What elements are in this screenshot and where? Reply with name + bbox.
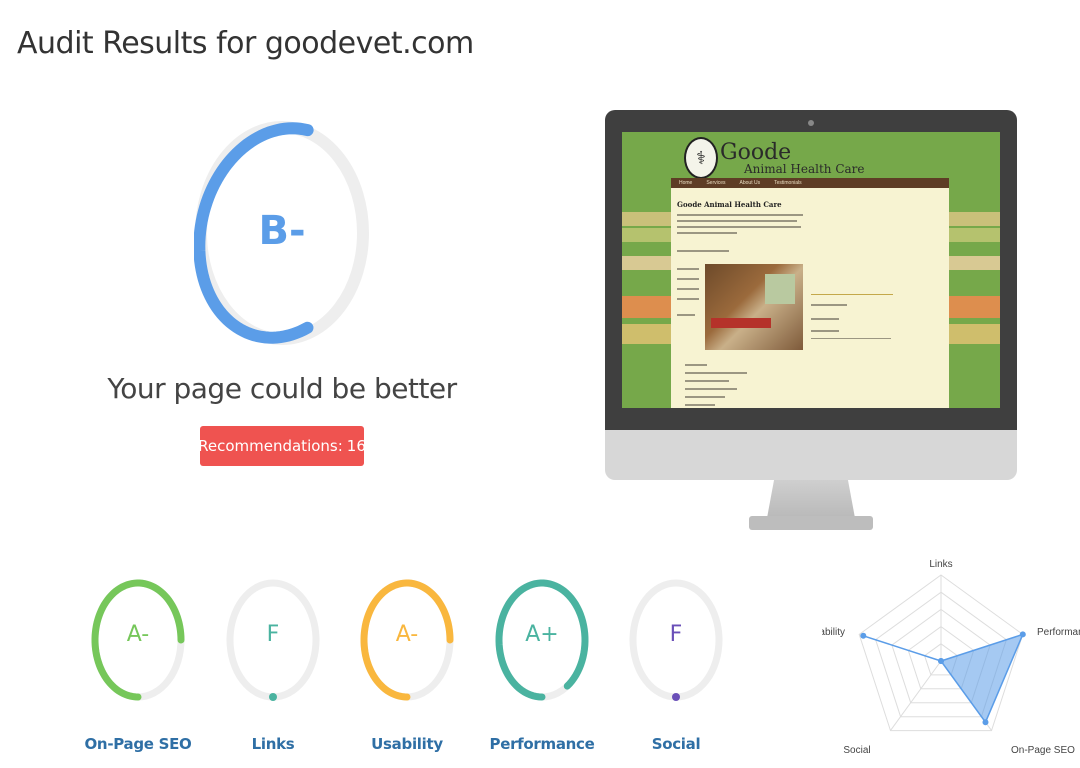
site-heading: Goode Animal Health Care [677,200,782,209]
category-label[interactable]: Usability [337,735,477,753]
radar-point [982,719,989,726]
category-label[interactable]: Performance [472,735,612,753]
recommendations-count: 16 [346,437,366,455]
radar-axis-label: Social [843,745,870,756]
site-nav-item: Home [679,180,693,186]
recommendations-label: Recommendations: [198,437,343,455]
category-score-social: F [628,578,724,702]
site-content: Home Services About Us Testimonials Good… [671,178,949,408]
site-tagline: Animal Health Care [744,162,865,176]
site-photo [705,264,803,350]
site-nav-item: Testimonials [774,180,802,186]
radar-axis-label: Links [929,559,952,570]
category-score-usability: A- [359,578,455,702]
monitor-base [749,516,873,530]
category-label[interactable]: Links [203,735,343,753]
site-logo-icon: ⚕ [684,137,718,179]
category-grade: A- [395,622,419,647]
radar-point [860,632,867,639]
category-grade: A- [126,622,150,647]
website-screenshot: ⚕ Goode Animal Health Care Home Services… [622,132,1000,408]
category-label[interactable]: On-Page SEO [68,735,208,753]
monitor-frame: ⚕ Goode Animal Health Care Home Services… [605,110,1017,430]
category-ring-dot [269,693,277,701]
category-radar-chart: Links Performance On-Page SEO Social Usabili… [822,559,1080,756]
category-ring-dot [672,693,680,701]
category-grade: F [266,622,280,647]
site-nav: Home Services About Us Testimonials [671,178,949,188]
category-grade: A+ [525,622,559,647]
radar-axis-label: Usability [822,627,845,638]
site-nav-item: Services [706,180,726,186]
radar-point [1019,631,1026,638]
category-score-on-page-seo: A- [90,578,186,702]
page-title: Audit Results for goodevet.com [17,26,474,61]
monitor-camera [808,120,814,126]
monitor-stand [767,480,855,518]
monitor-chin [605,430,1017,480]
radar-axis-label: Performance [1037,627,1080,638]
category-score-performance: A+ [494,578,590,702]
radar-point [938,658,944,664]
recommendations-button[interactable]: Recommendations: 16 [198,426,366,466]
category-score-links: F [225,578,321,702]
category-label[interactable]: Social [606,735,746,753]
radar-axis [890,660,942,731]
radar-axis-label: On-Page SEO [1011,745,1075,756]
category-grade: F [669,622,683,647]
result-headline: Your page could be better [107,372,457,405]
website-preview-monitor: ⚕ Goode Animal Health Care Home Services… [605,110,1017,532]
overall-grade: B- [258,208,306,254]
site-nav-item: About Us [739,180,761,186]
